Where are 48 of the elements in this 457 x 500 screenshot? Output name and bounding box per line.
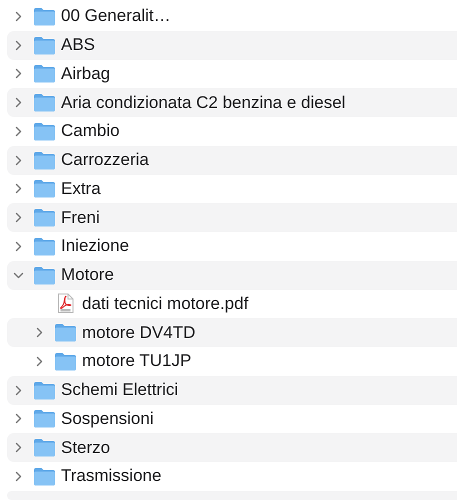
disclosure-chevron[interactable] xyxy=(13,212,24,224)
folder-icon xyxy=(32,409,56,428)
folder-icon xyxy=(32,122,56,141)
folder-icon xyxy=(32,466,56,486)
folder-icon xyxy=(54,323,76,342)
file-name[interactable]: Schemi Elettrici xyxy=(61,380,178,400)
folder-icon xyxy=(32,208,56,228)
disclosure-chevron[interactable] xyxy=(13,154,24,166)
folder-icon xyxy=(32,64,56,84)
folder-icon xyxy=(32,236,56,256)
disclosure-chevron[interactable] xyxy=(13,68,24,80)
disclosure-chevron[interactable] xyxy=(13,40,24,51)
disclosure-chevron[interactable] xyxy=(13,442,24,454)
file-name[interactable]: motore TU1JP xyxy=(82,351,192,372)
file-name[interactable]: Cambio xyxy=(61,121,120,142)
file-name[interactable]: Sterzo xyxy=(61,438,110,458)
disclosure-chevron[interactable] xyxy=(13,470,24,482)
disclosure-chevron[interactable] xyxy=(13,10,24,22)
disclosure-chevron[interactable] xyxy=(13,384,24,396)
folder-icon xyxy=(54,352,76,371)
file-name[interactable]: ABS xyxy=(61,35,96,56)
file-name[interactable]: Freni xyxy=(61,208,100,228)
disclosure-chevron[interactable] xyxy=(13,240,24,252)
folder-icon xyxy=(32,438,56,458)
disclosure-chevron[interactable] xyxy=(13,97,24,108)
file-name[interactable]: Airbag xyxy=(61,64,110,84)
file-name[interactable]: Iniezione xyxy=(61,236,130,256)
disclosure-chevron[interactable] xyxy=(13,413,24,424)
folder-icon xyxy=(32,266,56,285)
file-name[interactable]: motore DV4TD xyxy=(82,322,196,343)
folder-icon xyxy=(32,93,56,112)
disclosure-chevron[interactable] xyxy=(13,126,24,137)
file-name[interactable]: dati tecnici motore.pdf xyxy=(82,294,248,314)
folder-icon xyxy=(32,179,56,198)
pdf-file-icon xyxy=(56,293,74,314)
file-name[interactable]: Extra xyxy=(61,178,101,199)
folder-icon xyxy=(32,150,56,170)
disclosure-chevron[interactable] xyxy=(34,356,45,367)
file-name[interactable]: Carrozzeria xyxy=(61,150,149,170)
file-name[interactable]: Sospensioni xyxy=(61,408,154,429)
file-name[interactable]: Motore xyxy=(61,265,114,286)
folder-icon xyxy=(32,36,56,55)
folder-icon xyxy=(32,6,56,26)
disclosure-chevron[interactable] xyxy=(13,183,24,194)
folder-icon xyxy=(32,380,56,400)
disclosure-chevron[interactable] xyxy=(34,327,45,338)
file-name[interactable]: 00 Generalit… xyxy=(61,6,171,26)
file-name[interactable]: Trasmissione xyxy=(61,466,162,486)
